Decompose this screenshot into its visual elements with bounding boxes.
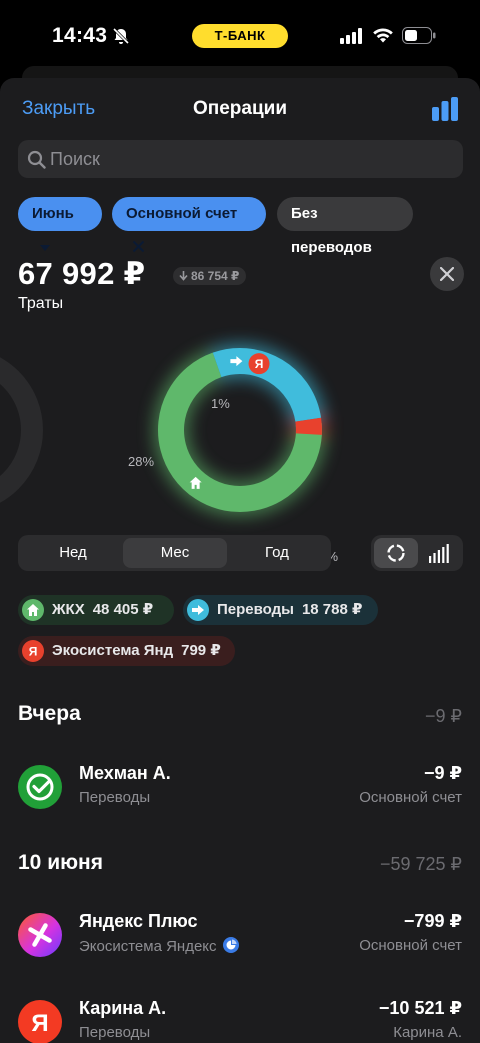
bar-chart-icon[interactable]: [432, 97, 458, 121]
category-name: Экосистема Янд: [52, 642, 174, 659]
no-transfers-filter-chip[interactable]: Без переводов: [277, 197, 413, 256]
category-chip-transfers[interactable]: Переводы 18 788 ₽: [183, 595, 378, 625]
operation-name: Карина А.: [79, 998, 167, 1018]
total-amount: 67 992 ₽: [18, 256, 146, 291]
operation-category: Экосистема Яндекс: [79, 938, 217, 955]
bars-view-button[interactable]: [417, 538, 461, 568]
chart-view-toggle: [371, 535, 463, 571]
yandex-icon: Я: [22, 640, 44, 662]
yandex-plus-icon: [18, 913, 62, 957]
section-total-yesterday: −9 ₽: [425, 706, 462, 726]
previous-amount: 86 754 ₽: [191, 269, 240, 283]
ring-arrow-right-icon: [225, 350, 247, 372]
close-icon[interactable]: [132, 240, 145, 253]
operation-row[interactable]: Мехман А. Переводы −9 ₽ Основной счет: [0, 758, 480, 818]
operation-category: Переводы: [79, 1024, 151, 1041]
search-bar[interactable]: [18, 140, 463, 178]
period-selector: Нед Мес Год: [18, 535, 331, 571]
close-summary-button[interactable]: [430, 257, 464, 291]
ring-yandex-icon: Я: [248, 353, 270, 375]
previous-amount-badge: 86 754 ₽: [173, 267, 247, 285]
ring-house-icon: [185, 472, 207, 494]
period-tab-month[interactable]: Мес: [123, 538, 227, 568]
category-value: 799 ₽: [181, 642, 221, 659]
bell-muted-icon: [112, 27, 130, 45]
battery-icon: [402, 27, 436, 44]
operation-row[interactable]: Яндекс Плюс Экосистема Яндекс −799 ₽ Осн…: [0, 906, 480, 966]
pct-label-yandex: 1%: [211, 396, 230, 411]
operation-amount: −10 521 ₽: [378, 998, 462, 1018]
svg-text:Я: Я: [29, 645, 38, 659]
month-filter-label: Июнь: [32, 205, 74, 222]
operation-amount: −799 ₽: [403, 911, 462, 931]
operations-sheet: Закрыть Операции Июнь Основной счет Без …: [0, 78, 480, 1043]
search-input[interactable]: [50, 140, 450, 178]
category-chip-zhkh[interactable]: ЖКХ 48 405 ₽: [18, 595, 174, 625]
category-chip-yandex[interactable]: Я Экосистема Янд 799 ₽: [18, 636, 235, 666]
slice-yandex: [295, 417, 322, 435]
chevron-down-icon: [40, 245, 50, 252]
bars-icon: [429, 544, 449, 563]
section-total-june-10: −59 725 ₽: [379, 854, 462, 874]
month-filter-chip[interactable]: Июнь: [18, 197, 102, 252]
category-name: ЖКХ: [52, 601, 85, 618]
operation-amount: −9 ₽: [423, 763, 462, 783]
page-title: Операции: [192, 98, 288, 119]
cellular-signal-icon: [340, 28, 362, 44]
pie-badge-icon: [222, 937, 239, 953]
wifi-icon: [373, 28, 393, 43]
carrier-pill: Т-БАНК: [192, 24, 288, 48]
donut-chart: Я 71% 28% 1%: [0, 308, 480, 564]
sber-check-icon: [18, 765, 62, 809]
operation-account: Основной счет: [359, 789, 462, 806]
category-name: Переводы: [217, 601, 294, 618]
operation-account: Карина А.: [393, 1024, 462, 1041]
status-bar: 14:43 Т-БАНК: [0, 0, 480, 70]
account-filter-label: Основной счет: [126, 205, 238, 222]
donut-view-button[interactable]: [374, 538, 418, 568]
yandex-icon: Я: [18, 1000, 62, 1043]
account-filter-chip[interactable]: Основной счет: [112, 197, 266, 253]
status-time: 14:43: [52, 24, 108, 47]
pct-label-transfers: 28%: [128, 454, 155, 469]
operation-category-wrap: Экосистема Яндекс: [79, 937, 239, 955]
arrow-down-icon: [179, 271, 188, 281]
operation-category: Переводы: [79, 789, 151, 806]
house-icon: [22, 599, 44, 621]
section-title-june-10: 10 июня: [18, 851, 103, 874]
nav-bar: Закрыть Операции: [0, 78, 480, 142]
donut-icon: [387, 544, 405, 562]
svg-text:Я: Я: [31, 1010, 48, 1037]
svg-text:Я: Я: [255, 357, 264, 371]
operation-name: Яндекс Плюс: [79, 911, 198, 931]
category-value: 48 405 ₽: [92, 601, 154, 618]
period-tab-year[interactable]: Год: [225, 538, 329, 568]
close-icon: [440, 267, 454, 281]
category-value: 18 788 ₽: [301, 601, 363, 618]
section-title-yesterday: Вчера: [18, 702, 81, 725]
operation-name: Мехман А.: [79, 763, 171, 783]
operation-row[interactable]: Я Карина А. Переводы −10 521 ₽ Карина А.: [0, 993, 480, 1043]
search-icon: [27, 150, 46, 169]
operation-account: Основной счет: [359, 937, 462, 954]
arrow-right-icon: [187, 599, 209, 621]
previous-period-ring: [0, 357, 43, 503]
no-transfers-label: Без переводов: [291, 205, 372, 256]
donut-chart-svg: Я: [0, 343, 327, 517]
period-tab-week[interactable]: Нед: [21, 538, 125, 568]
